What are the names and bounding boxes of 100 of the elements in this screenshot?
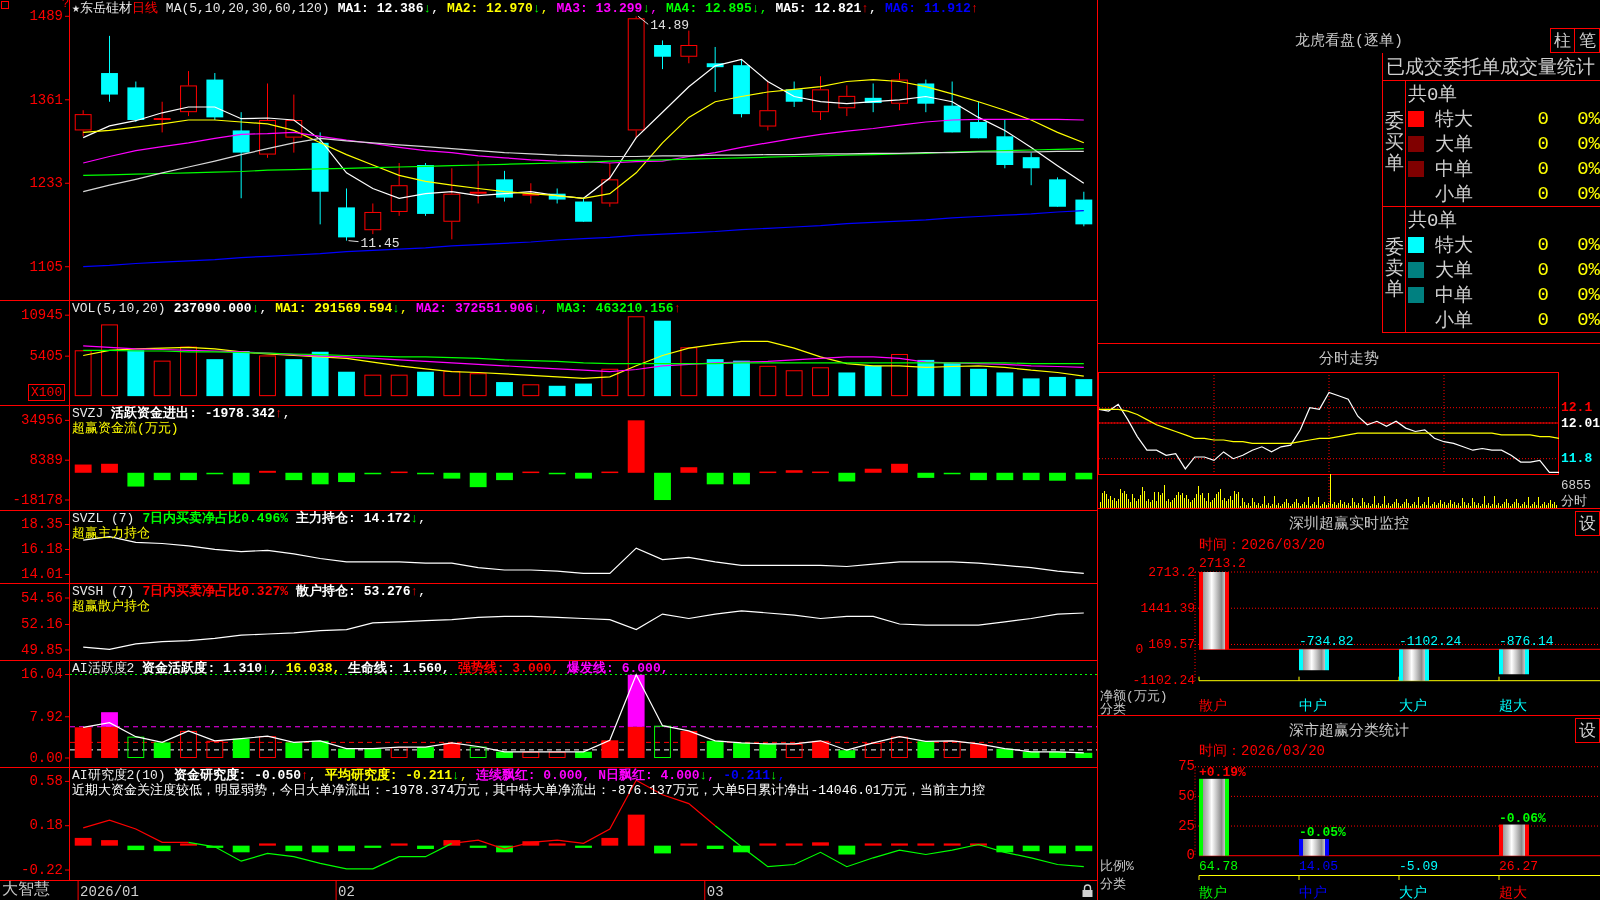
chart-bar bbox=[943, 843, 961, 846]
chart-bar bbox=[496, 751, 513, 758]
indicator-subtitle: 超赢散户持仓 bbox=[72, 599, 150, 614]
order-count: 0 bbox=[1537, 133, 1549, 155]
trend-arrow: ↓ bbox=[423, 1, 432, 16]
axis-label: 1441.39 bbox=[1140, 600, 1195, 616]
chart-bar bbox=[259, 736, 276, 758]
axis-title: 比例% bbox=[1100, 859, 1134, 874]
indicator-reading: MA4: 12.895 bbox=[666, 1, 752, 16]
candlestick bbox=[759, 81, 777, 131]
settings-button[interactable]: 设 bbox=[1575, 717, 1600, 743]
chart-bar bbox=[706, 845, 724, 849]
axis-label: 0.58 bbox=[29, 773, 63, 790]
trend-arrow: ↓ bbox=[770, 768, 778, 783]
chart-bar bbox=[496, 472, 513, 481]
separator: , bbox=[282, 406, 291, 421]
chart-bar bbox=[127, 845, 145, 851]
axis-label: 0 bbox=[1186, 847, 1195, 864]
chart-bar bbox=[1075, 845, 1093, 852]
chart-bar bbox=[1049, 472, 1066, 481]
chart-period: 日线 bbox=[131, 1, 158, 16]
indicator-reading: MA5: 12.821 bbox=[775, 1, 862, 16]
indicator-reading: MA1: 12.386 bbox=[337, 1, 424, 16]
indicator-reading: 爆发线: 6.000, bbox=[567, 661, 669, 676]
chart-bar bbox=[522, 841, 540, 846]
lock-icon[interactable] bbox=[1082, 884, 1093, 897]
chart-bar bbox=[759, 471, 777, 474]
chart-bar bbox=[706, 740, 724, 758]
axis-label: 1489 bbox=[29, 8, 63, 25]
chart-bar bbox=[1499, 649, 1529, 675]
indicator-title: SVZJ bbox=[72, 406, 104, 421]
chart-bar bbox=[785, 843, 803, 846]
order-count: 0 bbox=[1537, 158, 1549, 180]
chart-bar bbox=[838, 372, 856, 397]
indicator-reading: 16.038, bbox=[285, 661, 341, 676]
chart-bar bbox=[864, 742, 882, 758]
separator: , bbox=[418, 584, 427, 599]
candlestick bbox=[864, 83, 882, 113]
chart-bar bbox=[311, 351, 329, 397]
indicator-reading: 主力持仓: 14.172 bbox=[296, 511, 411, 526]
chart-bar bbox=[812, 471, 829, 474]
square-icon[interactable] bbox=[1, 1, 9, 9]
trend-arrow: ↑ bbox=[673, 301, 682, 316]
axis-label: 49.85 bbox=[21, 641, 63, 658]
chart-bar bbox=[548, 385, 566, 397]
order-count: 0 bbox=[1537, 183, 1549, 205]
chart-bar bbox=[1499, 824, 1529, 856]
unit-label: 分时 bbox=[1561, 494, 1587, 508]
change-label: +0.19% bbox=[1199, 764, 1246, 780]
chart-bar bbox=[206, 845, 224, 848]
indicator-reading: 散户持仓: 53.276 bbox=[296, 584, 411, 599]
chart-bar bbox=[575, 383, 592, 397]
trend-arrow: ↓ bbox=[251, 301, 260, 316]
chart-mode-button[interactable]: 柱 bbox=[1550, 28, 1575, 53]
chart-bar bbox=[443, 472, 461, 479]
chart-bar bbox=[627, 814, 645, 846]
axis-label: 2713.2 bbox=[1148, 564, 1195, 580]
chart-bar bbox=[812, 367, 829, 397]
candlestick bbox=[522, 182, 540, 204]
chart-bar bbox=[838, 845, 856, 855]
chart-bar bbox=[917, 741, 935, 758]
chart-bar bbox=[548, 751, 566, 758]
separator: , bbox=[400, 301, 408, 316]
order-percent: 0% bbox=[1577, 158, 1600, 180]
axis-label: 10945 bbox=[21, 307, 63, 323]
indicator-reading: 平均研究度: -0.211 bbox=[324, 768, 453, 783]
candlestick bbox=[390, 162, 408, 217]
reference-label: 0 bbox=[1135, 641, 1144, 657]
category-label: 中户 bbox=[1299, 698, 1327, 714]
change-label: -0.05% bbox=[1299, 825, 1346, 841]
indicator-reading: 7日内买卖净占比0.496% bbox=[142, 511, 289, 526]
chart-bar bbox=[601, 740, 619, 758]
chart-bar bbox=[74, 464, 92, 473]
chart-bar bbox=[390, 843, 408, 846]
chart-bar bbox=[311, 845, 329, 853]
chart-mode-button[interactable]: 笔 bbox=[1575, 28, 1600, 53]
date-label: 03 bbox=[706, 883, 724, 900]
chart-bar bbox=[838, 750, 856, 758]
axis-label: 12.01 bbox=[1561, 415, 1600, 431]
indicator-reading: 7日内买卖净占比0.327% bbox=[142, 584, 289, 599]
candlestick bbox=[891, 72, 908, 111]
chart-bar bbox=[785, 470, 803, 473]
separator: , bbox=[431, 1, 440, 16]
chart-bar bbox=[74, 727, 92, 758]
order-percent: 0% bbox=[1577, 108, 1600, 130]
chart-bar bbox=[364, 374, 382, 397]
chart-bar bbox=[996, 372, 1014, 397]
axis-label: 52.16 bbox=[21, 616, 63, 633]
axis-label: 11.8 bbox=[1561, 451, 1593, 467]
brand-name: 大智慧 bbox=[1, 881, 51, 900]
separator: , bbox=[418, 511, 427, 526]
settings-button[interactable]: 设 bbox=[1575, 510, 1600, 536]
chart-bar bbox=[390, 374, 408, 397]
chart-bar bbox=[127, 350, 145, 397]
trend-arrow: ↑ bbox=[861, 1, 870, 16]
candlestick bbox=[601, 162, 619, 208]
chart-bar bbox=[1022, 378, 1040, 397]
axis-label: 0.00 bbox=[29, 749, 63, 766]
chart-bar bbox=[1075, 379, 1093, 397]
trend-arrow: ↑ bbox=[970, 1, 979, 16]
